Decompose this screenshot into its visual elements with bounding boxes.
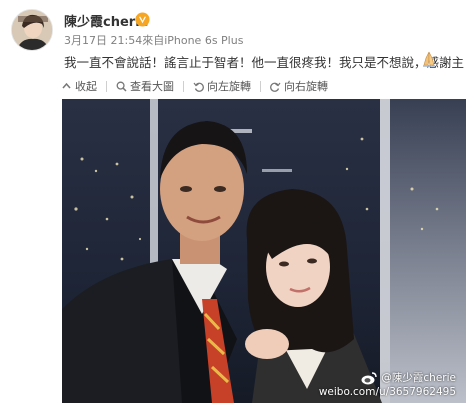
view-large-button[interactable]: 查看大圖 — [116, 78, 174, 94]
weibo-logo-icon — [361, 371, 378, 384]
toolbar-divider — [183, 80, 184, 92]
toolbar-divider — [106, 80, 107, 92]
selfie-photo — [62, 99, 466, 403]
rotate-left-label: 向左旋轉 — [207, 80, 251, 93]
photo-watermark: @陳少霞cherie weibo.com/u/3657962495 — [319, 371, 456, 399]
rotate-right-label: 向右旋轉 — [284, 80, 328, 93]
post-photo[interactable]: @陳少霞cherie weibo.com/u/3657962495 — [62, 99, 466, 403]
watermark-url: weibo.com/u/3657962495 — [318, 386, 456, 398]
arrow-up-icon — [62, 82, 71, 88]
watermark-name: @陳少霞cherie — [381, 372, 456, 384]
collapse-button[interactable]: 收起 — [61, 78, 97, 94]
rotate-right-icon — [270, 82, 281, 92]
toolbar-divider — [260, 80, 261, 92]
image-toolbar: 收起 查看大圖 向左旋轉 向右旋轉 — [61, 76, 465, 96]
rotate-right-button[interactable]: 向右旋轉 — [270, 78, 328, 94]
magnifier-icon — [116, 81, 127, 92]
verified-badge-icon — [135, 12, 150, 27]
praying-hands-emoji-icon — [423, 51, 435, 67]
view-large-label: 查看大圖 — [130, 80, 174, 93]
collapse-label: 收起 — [75, 80, 97, 93]
rotate-left-button[interactable]: 向左旋轉 — [193, 78, 251, 94]
post-text: 我一直不會說話！謠言止于智者！他一直很疼我！我只是不想說，感謝主 — [64, 55, 465, 70]
avatar[interactable] — [11, 9, 53, 51]
rotate-left-icon — [193, 82, 204, 92]
post-meta: 3月17日 21:54來自iPhone 6s Plus — [64, 34, 244, 47]
